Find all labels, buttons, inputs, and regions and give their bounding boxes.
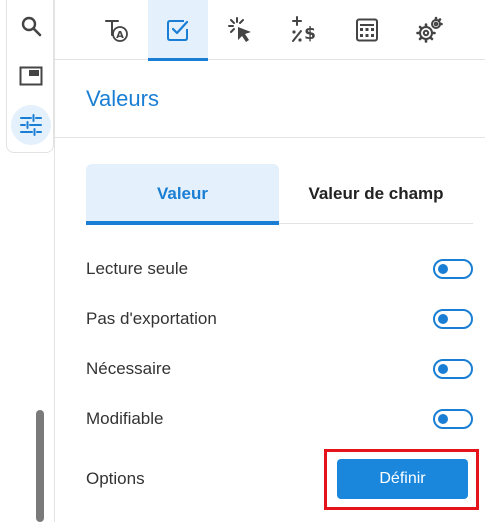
left-icon-rail bbox=[6, 0, 54, 153]
calculation-icon: $ bbox=[292, 16, 316, 44]
toggle-label: Nécessaire bbox=[86, 359, 172, 378]
toggle-knob bbox=[438, 364, 448, 374]
svg-text:$: $ bbox=[304, 24, 316, 44]
text-field-icon: A bbox=[105, 20, 128, 42]
sliders-icon bbox=[20, 114, 42, 136]
search-icon bbox=[21, 16, 42, 37]
pas-d-exportation-toggle[interactable] bbox=[433, 309, 473, 329]
necessaire-toggle[interactable] bbox=[433, 359, 473, 379]
toggle-label: Modifiable bbox=[86, 409, 164, 428]
properties-panel: A $ Valeurs Valeur Valeur de champ Lectu… bbox=[54, 0, 485, 522]
gears-icon bbox=[416, 16, 443, 43]
click-action-icon bbox=[228, 17, 251, 42]
tab-click-action[interactable] bbox=[211, 0, 271, 60]
modifiable-toggle[interactable] bbox=[433, 409, 473, 429]
tab-valeur-de-champ[interactable]: Valeur de champ bbox=[279, 164, 473, 224]
value-type-segment: Valeur Valeur de champ bbox=[86, 164, 473, 225]
svg-text:A: A bbox=[116, 30, 124, 41]
define-button[interactable]: Définir bbox=[337, 459, 468, 499]
toolbar: A $ bbox=[55, 0, 485, 61]
toggle-label: Lecture seule bbox=[86, 259, 189, 278]
divider bbox=[55, 137, 485, 138]
left-scrollbar-thumb[interactable] bbox=[36, 410, 44, 522]
panel-icon bbox=[19, 66, 43, 86]
options-label: Options bbox=[86, 469, 145, 488]
toggle-knob bbox=[438, 264, 448, 274]
tab-calculator[interactable] bbox=[337, 0, 397, 60]
toggle-knob bbox=[438, 414, 448, 424]
calculator-icon bbox=[356, 18, 378, 42]
tab-text-field[interactable]: A bbox=[86, 0, 146, 60]
toggle-label: Pas d'exportation bbox=[86, 309, 217, 328]
sliders-button[interactable] bbox=[11, 105, 51, 145]
search-button[interactable] bbox=[11, 6, 51, 46]
section-title: Valeurs bbox=[86, 86, 159, 111]
toggle-row-modifiable: Modifiable bbox=[86, 404, 473, 434]
toggle-knob bbox=[438, 314, 448, 324]
toggle-row-pas-d-exportation: Pas d'exportation bbox=[86, 304, 473, 334]
checkbox-icon bbox=[167, 20, 189, 41]
tab-settings[interactable] bbox=[400, 0, 460, 60]
toggle-row-lecture-seule: Lecture seule bbox=[86, 254, 473, 284]
tab-valeur[interactable]: Valeur bbox=[86, 164, 279, 225]
tab-checkbox[interactable] bbox=[148, 0, 208, 61]
panel-button[interactable] bbox=[11, 56, 51, 96]
toggle-row-necessaire: Nécessaire bbox=[86, 354, 473, 384]
tab-calculation[interactable]: $ bbox=[274, 0, 334, 60]
lecture-seule-toggle[interactable] bbox=[433, 259, 473, 279]
